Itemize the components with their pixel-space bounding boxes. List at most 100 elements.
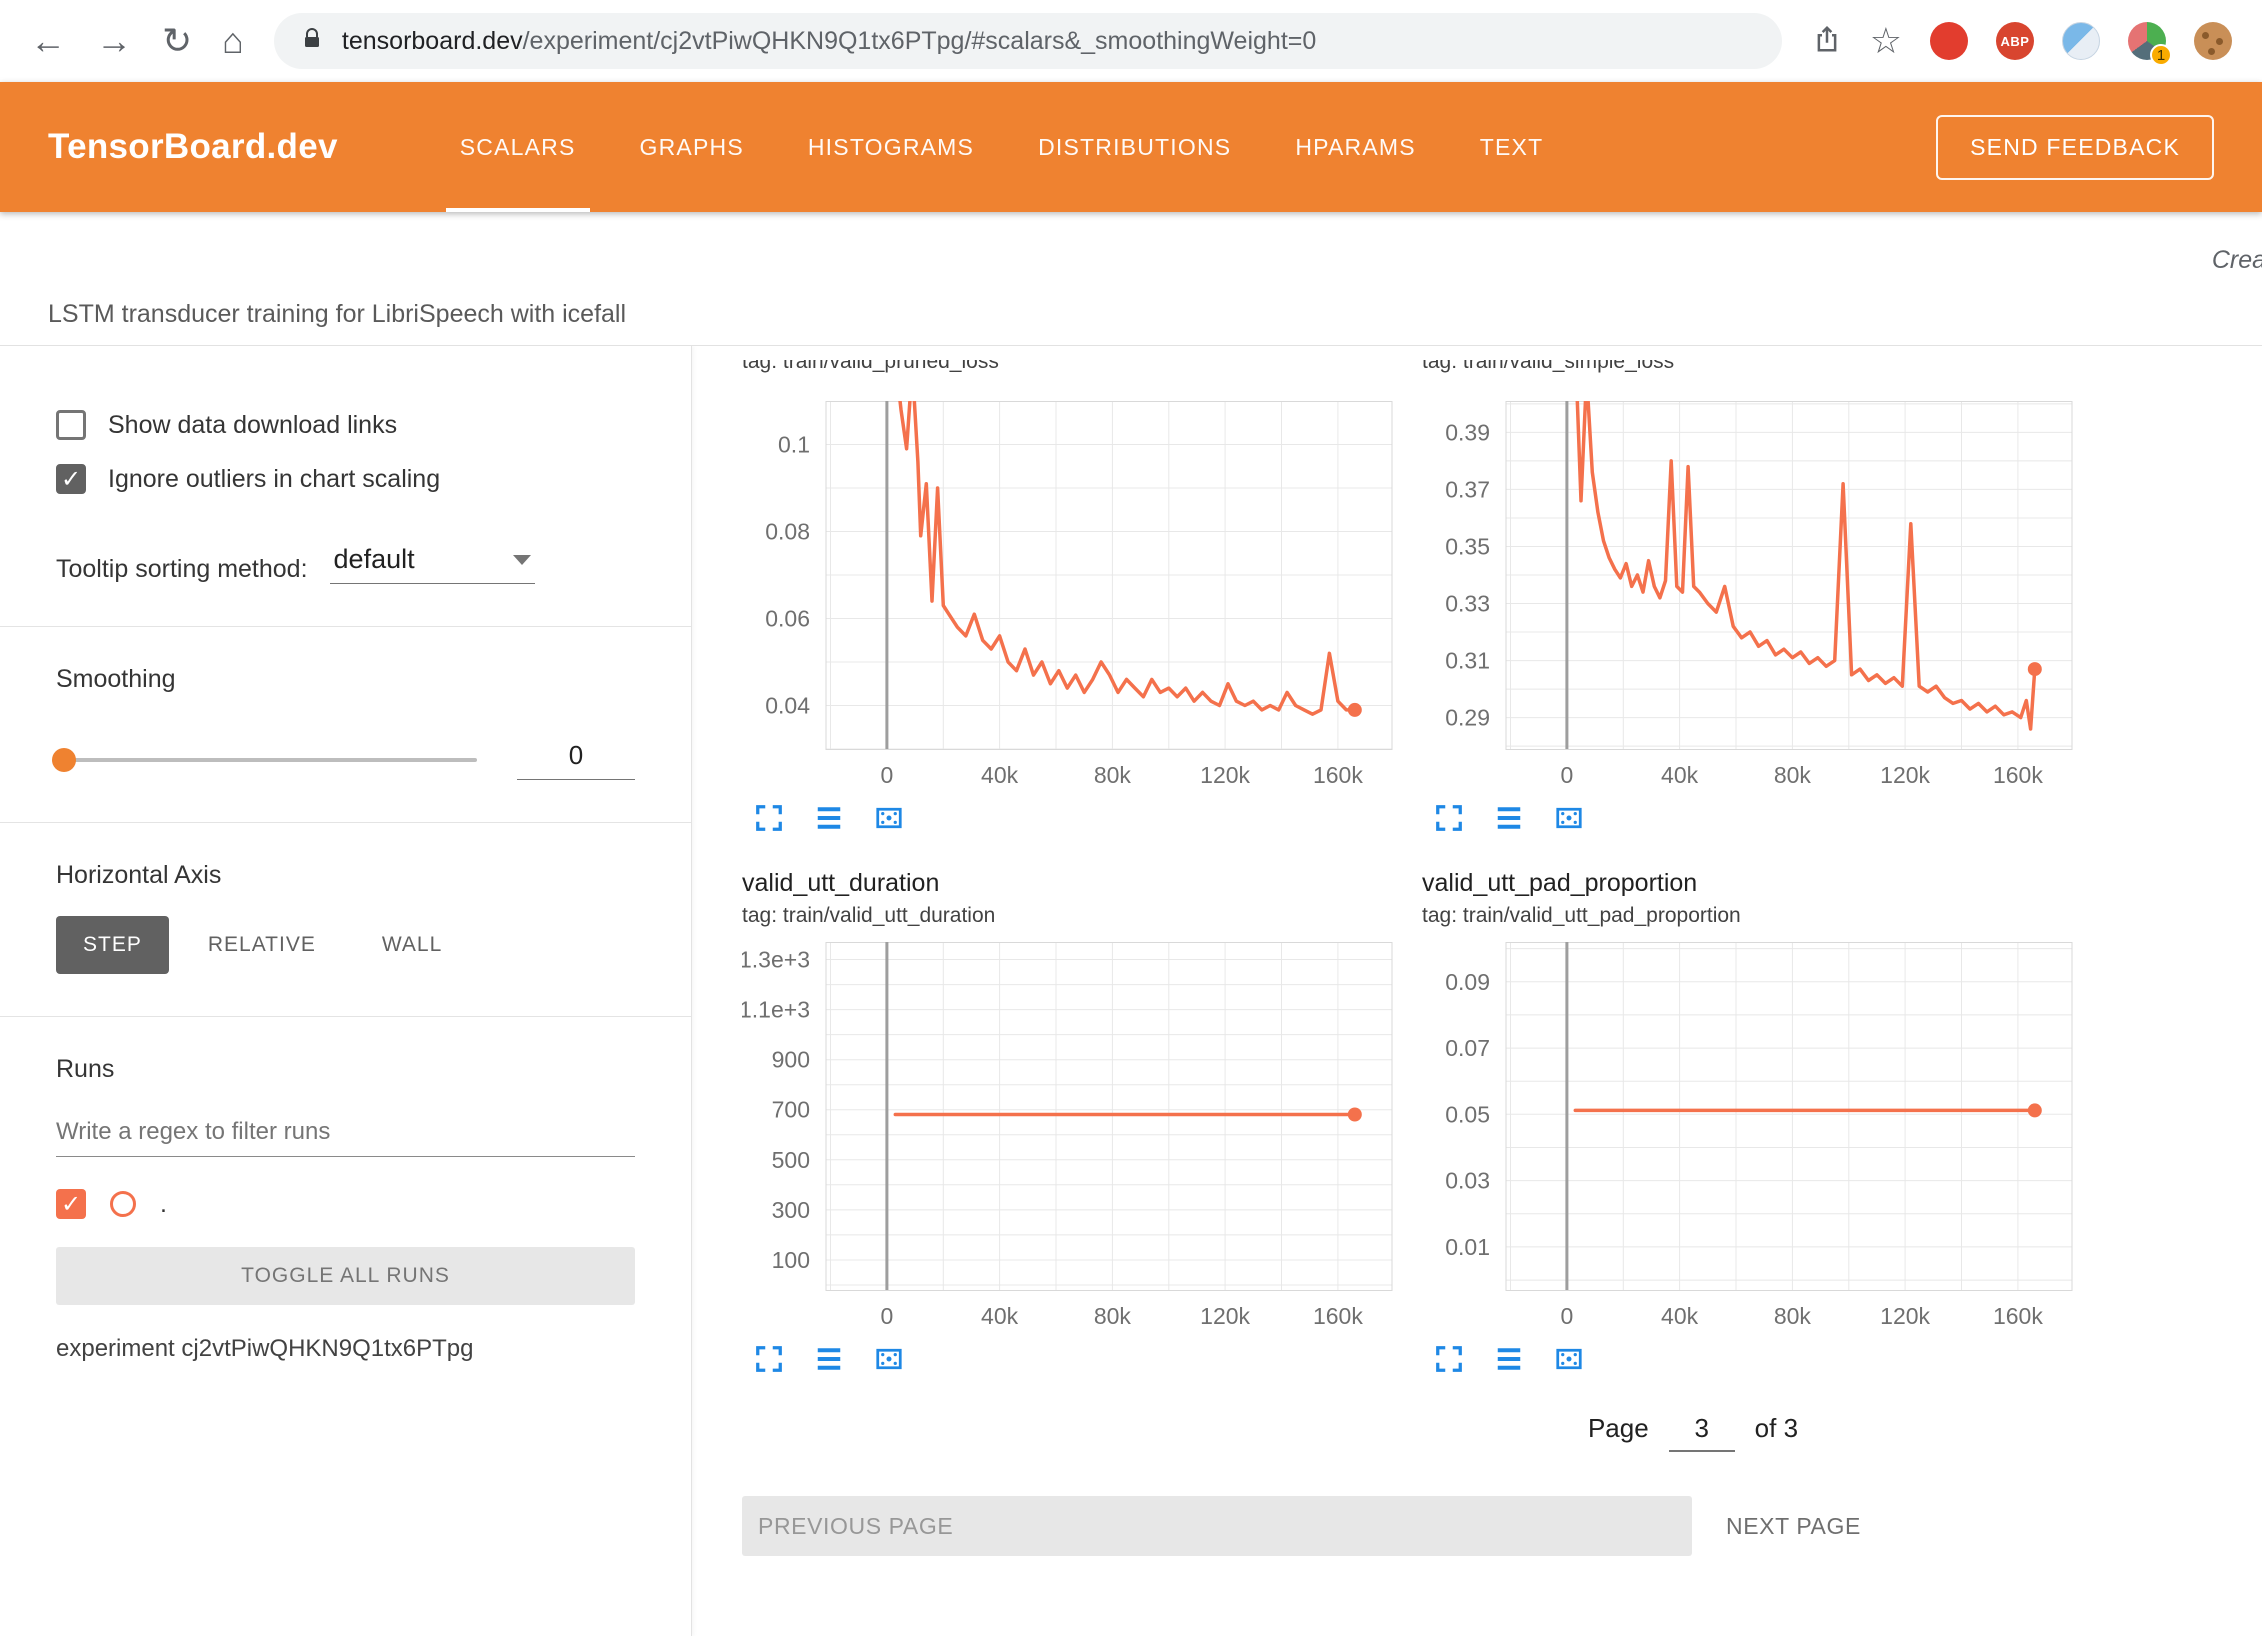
tab-scalars[interactable]: SCALARS — [428, 82, 608, 212]
address-bar[interactable]: tensorboard.dev/experiment/cj2vtPiwQHKN9… — [274, 13, 1782, 69]
svg-text:0.08: 0.08 — [765, 519, 810, 545]
svg-text:80k: 80k — [1774, 1303, 1812, 1329]
svg-text:40k: 40k — [1661, 762, 1699, 788]
svg-text:0.1: 0.1 — [778, 432, 810, 458]
svg-text:0.37: 0.37 — [1445, 476, 1490, 502]
fit-domain-icon[interactable] — [874, 1344, 904, 1379]
reload-icon[interactable]: ↻ — [162, 23, 192, 59]
chart-tag: tag: train/valid_utt_pad_proportion — [1422, 902, 2074, 930]
expand-chart-icon[interactable] — [754, 803, 784, 838]
axis-relative-button[interactable]: RELATIVE — [181, 916, 343, 974]
tooltip-sorting-dropdown[interactable]: default — [330, 542, 535, 584]
line-chart[interactable]: 1003005007009001.1e+31.3e+3040k80k120k16… — [742, 942, 1394, 1334]
back-icon[interactable]: ← — [30, 23, 66, 59]
toggle-all-runs-button[interactable]: TOGGLE ALL RUNS — [56, 1247, 635, 1305]
next-page-button[interactable]: NEXT PAGE — [1726, 1513, 1861, 1540]
chart-toolbar — [742, 803, 1394, 838]
view-data-icon[interactable] — [814, 803, 844, 838]
blue-extension-icon[interactable] — [2062, 22, 2100, 60]
url-text: tensorboard.dev/experiment/cj2vtPiwQHKN9… — [342, 27, 1316, 56]
view-data-icon[interactable] — [1494, 1344, 1524, 1379]
nav-tabs: SCALARS GRAPHS HISTOGRAMS DISTRIBUTIONS … — [428, 82, 1576, 212]
fit-domain-icon[interactable] — [1554, 1344, 1584, 1379]
chevron-down-icon — [513, 555, 531, 565]
home-icon[interactable]: ⌂ — [222, 23, 244, 59]
profile-avatar[interactable]: 1 — [2128, 22, 2166, 60]
show-download-links-checkbox[interactable]: Show data download links — [56, 410, 635, 440]
app-logo[interactable]: TensorBoard.dev — [48, 127, 338, 167]
svg-text:40k: 40k — [981, 762, 1019, 788]
share-icon[interactable] — [1812, 24, 1842, 59]
charts-panel: valid_pruned_loss tag: train/valid_prune… — [692, 346, 2262, 1636]
view-data-icon[interactable] — [1494, 803, 1524, 838]
page-of-label: of 3 — [1755, 1413, 1798, 1444]
svg-text:0: 0 — [1561, 762, 1574, 788]
divider — [0, 626, 691, 627]
chart-card-valid-simple-loss: valid_simple_loss tag: train/valid_simpl… — [1422, 360, 2074, 838]
previous-page-button[interactable]: PREVIOUS PAGE — [742, 1496, 1692, 1556]
chart-card-valid-utt-duration: valid_utt_duration tag: train/valid_utt_… — [742, 868, 1394, 1379]
checkbox-label: Show data download links — [108, 411, 397, 440]
tab-hparams[interactable]: HPARAMS — [1263, 82, 1447, 212]
run-color-radio-icon[interactable] — [110, 1191, 136, 1217]
svg-text:80k: 80k — [1774, 762, 1812, 788]
divider — [0, 1016, 691, 1017]
bookmark-star-icon[interactable]: ☆ — [1870, 23, 1902, 59]
dropdown-value: default — [334, 544, 415, 575]
expand-chart-icon[interactable] — [1434, 1344, 1464, 1379]
abp-extension-icon[interactable]: ABP — [1996, 22, 2034, 60]
chart-title: valid_utt_duration — [742, 868, 1394, 898]
svg-text:300: 300 — [772, 1197, 810, 1223]
slider-thumb[interactable] — [52, 748, 76, 772]
line-chart[interactable]: 0.010.030.050.070.09040k80k120k160k — [1422, 942, 2074, 1334]
expand-chart-icon[interactable] — [754, 1344, 784, 1379]
smoothing-label: Smoothing — [56, 665, 635, 694]
app-header: TensorBoard.dev SCALARS GRAPHS HISTOGRAM… — [0, 82, 2262, 212]
line-chart[interactable]: 0.290.310.330.350.370.39040k80k120k160k — [1422, 401, 2074, 793]
svg-text:0.33: 0.33 — [1445, 591, 1490, 617]
checkbox-unchecked-icon[interactable] — [56, 410, 86, 440]
run-checkbox-checked-icon[interactable]: ✓ — [56, 1189, 86, 1219]
axis-wall-button[interactable]: WALL — [355, 916, 469, 974]
svg-text:0.06: 0.06 — [765, 606, 810, 632]
fit-domain-icon[interactable] — [874, 803, 904, 838]
svg-text:500: 500 — [772, 1147, 810, 1173]
page-number-input[interactable] — [1669, 1413, 1735, 1452]
svg-text:160k: 160k — [1993, 1303, 2043, 1329]
ignore-outliers-checkbox[interactable]: ✓ Ignore outliers in chart scaling — [56, 464, 635, 494]
svg-text:120k: 120k — [1880, 762, 1930, 788]
cookie-extension-icon[interactable] — [2194, 22, 2232, 60]
chart-toolbar — [1422, 803, 2074, 838]
run-name: . — [160, 1190, 167, 1219]
avatar-badge: 1 — [2150, 44, 2172, 66]
checkbox-label: Ignore outliers in chart scaling — [108, 465, 440, 494]
fit-domain-icon[interactable] — [1554, 803, 1584, 838]
svg-text:0.07: 0.07 — [1445, 1035, 1490, 1061]
tab-distributions[interactable]: DISTRIBUTIONS — [1006, 82, 1263, 212]
chart-card-valid-utt-pad-proportion: valid_utt_pad_proportion tag: train/vali… — [1422, 868, 2074, 1379]
svg-text:0: 0 — [881, 1303, 894, 1329]
svg-text:80k: 80k — [1094, 762, 1132, 788]
adblock-extension-icon[interactable] — [1930, 22, 1968, 60]
svg-text:160k: 160k — [1313, 1303, 1363, 1329]
svg-text:0: 0 — [881, 762, 894, 788]
checkbox-checked-icon[interactable]: ✓ — [56, 464, 86, 494]
smoothing-value-input[interactable] — [517, 740, 635, 780]
axis-step-button[interactable]: STEP — [56, 916, 169, 974]
smoothing-slider[interactable] — [56, 758, 477, 762]
run-row: ✓ . — [56, 1189, 635, 1219]
tab-text[interactable]: TEXT — [1448, 82, 1576, 212]
chart-toolbar — [742, 1344, 1394, 1379]
svg-text:80k: 80k — [1094, 1303, 1132, 1329]
forward-icon[interactable]: → — [96, 23, 132, 59]
expand-chart-icon[interactable] — [1434, 803, 1464, 838]
svg-text:0.09: 0.09 — [1445, 969, 1490, 995]
runs-filter-input[interactable] — [56, 1114, 635, 1157]
line-chart[interactable]: 0.040.060.080.1040k80k120k160k — [742, 401, 1394, 793]
send-feedback-button[interactable]: SEND FEEDBACK — [1936, 115, 2214, 180]
horizontal-axis-label: Horizontal Axis — [56, 861, 635, 890]
svg-text:0: 0 — [1561, 1303, 1574, 1329]
tab-histograms[interactable]: HISTOGRAMS — [776, 82, 1006, 212]
view-data-icon[interactable] — [814, 1344, 844, 1379]
tab-graphs[interactable]: GRAPHS — [608, 82, 776, 212]
